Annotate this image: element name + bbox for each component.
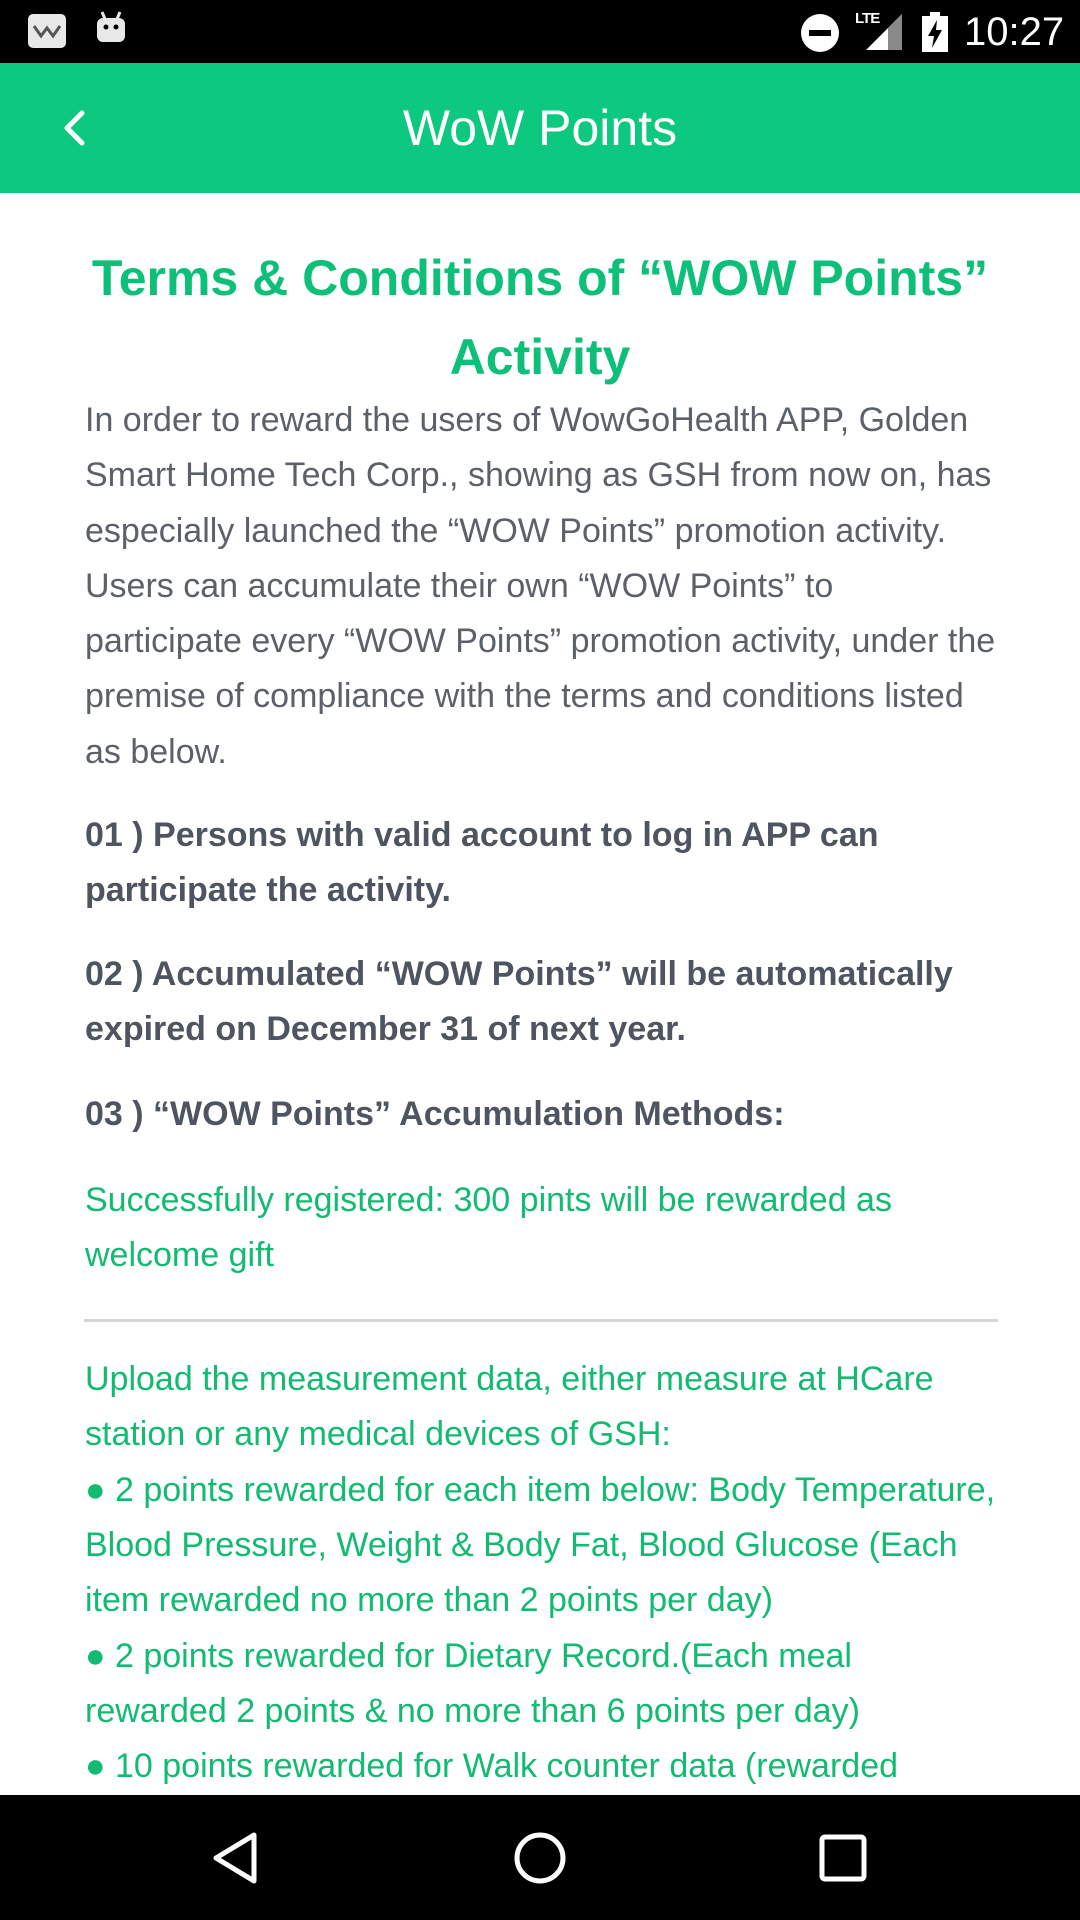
rule-02: 02 ) Accumulated “WOW Points” will be au… xyxy=(85,954,953,1048)
lte-label: LTE xyxy=(855,10,880,27)
clock: 10:27 xyxy=(964,10,1065,54)
terms-title: Terms & Conditions of “WOW Points” Activ… xyxy=(91,250,989,385)
intro-paragraph: In order to reward the users of WowGoHea… xyxy=(85,401,996,771)
app-bar: WoW Points xyxy=(0,63,1080,193)
do-not-disturb-icon xyxy=(801,14,839,52)
battery-charging-icon xyxy=(922,12,948,52)
square-recents-icon[interactable] xyxy=(808,1823,878,1893)
circle-home-icon[interactable] xyxy=(505,1823,575,1893)
terms-content[interactable]: Terms & Conditions of “WOW Points” Activ… xyxy=(0,193,1080,1795)
status-bar: LTE 10:27 xyxy=(0,0,1080,63)
triangle-back-icon[interactable] xyxy=(202,1823,272,1893)
upload-intro-text: Upload the measurement data, either meas… xyxy=(85,1360,934,1454)
page-title: WoW Points xyxy=(402,100,678,156)
welcome-gift-text: Successfully registered: 300 pints will … xyxy=(85,1180,892,1274)
divider xyxy=(84,1319,998,1323)
upload-item-walk: ● 10 points rewarded for Walk counter da… xyxy=(85,1747,899,1786)
image-notification-icon xyxy=(28,14,66,48)
rule-03: 03 ) “WOW Points” Accumulation Methods: xyxy=(85,1095,785,1134)
chevron-left-icon xyxy=(64,110,85,146)
upload-item-vitals: ● 2 points rewarded for each item below:… xyxy=(85,1470,996,1620)
android-notification-icon xyxy=(97,11,125,42)
rule-01: 01 ) Persons with valid account to log i… xyxy=(85,816,879,910)
back-button[interactable] xyxy=(40,93,110,163)
navigation-bar xyxy=(0,1795,1080,1920)
upload-item-dietary: ● 2 points rewarded for Dietary Record.(… xyxy=(85,1636,860,1730)
